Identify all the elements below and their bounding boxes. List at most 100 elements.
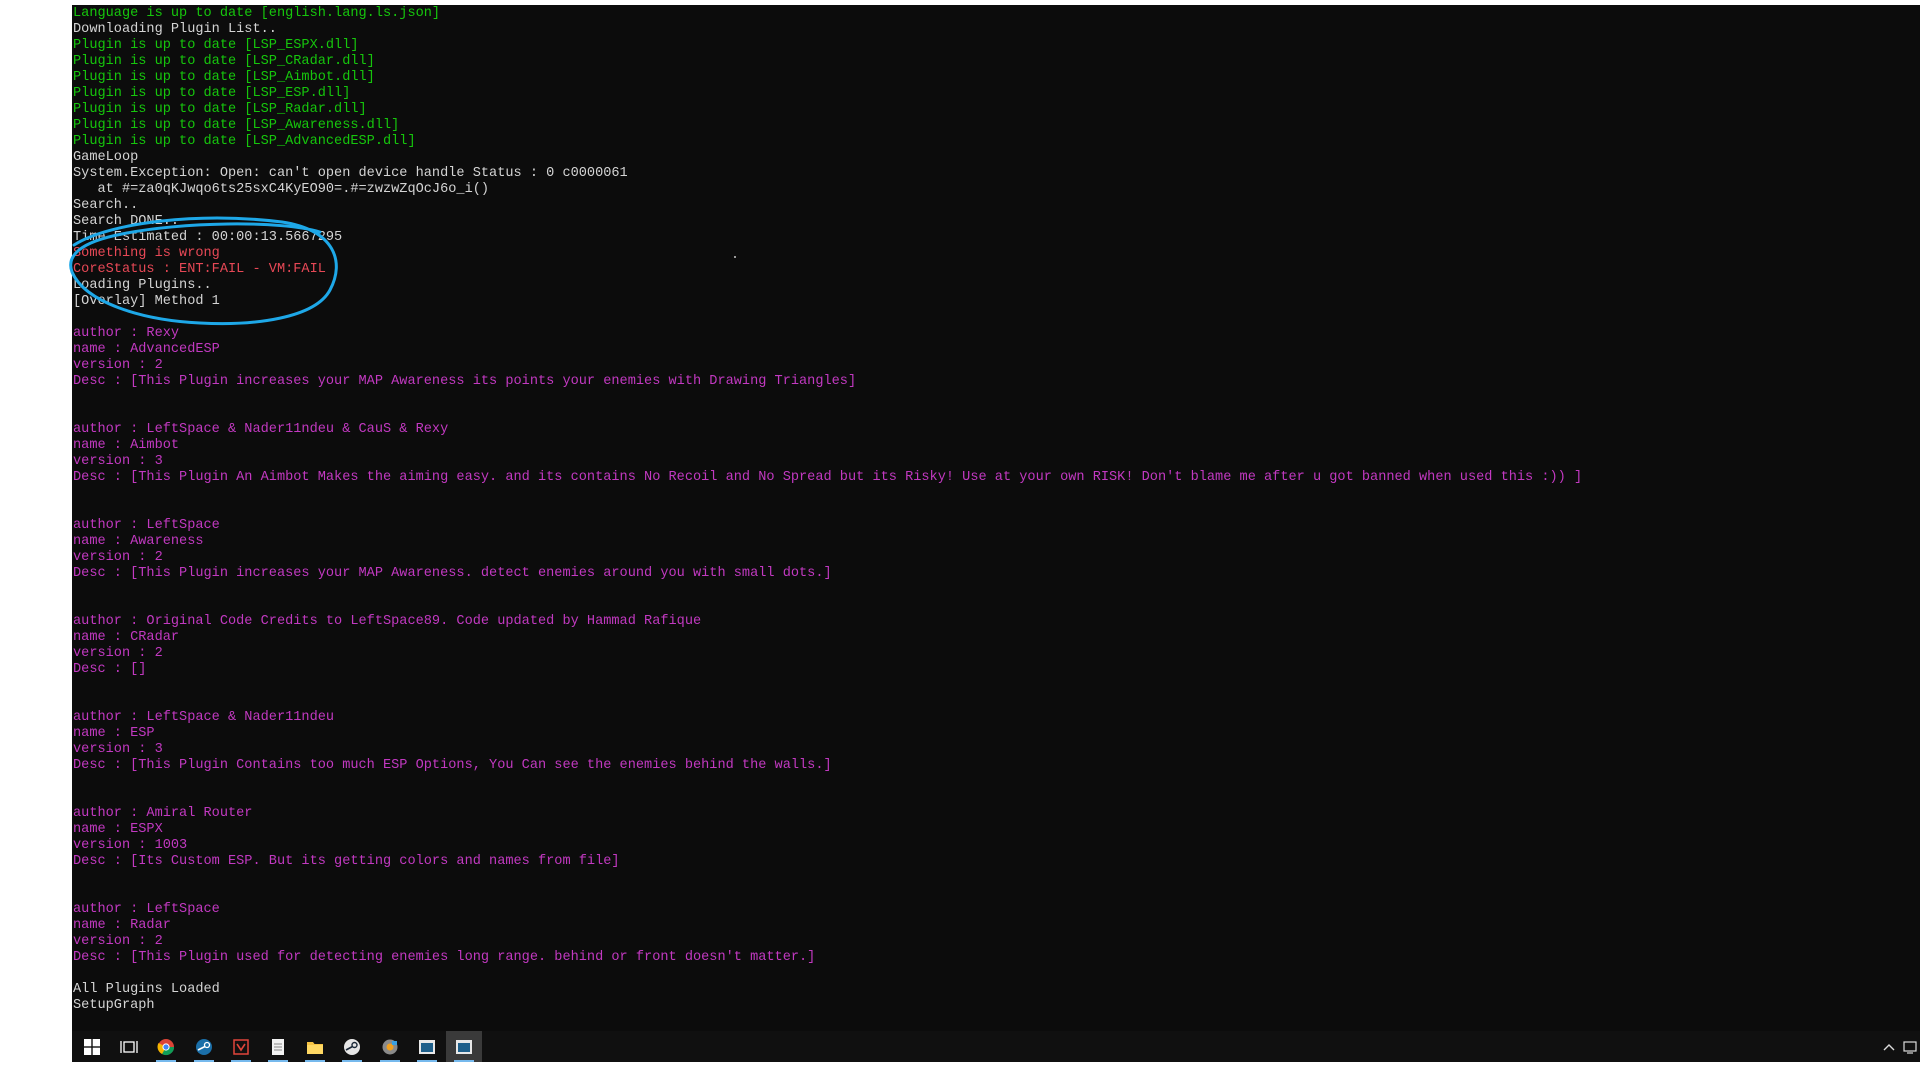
console-line: at #=za0qKJwqo6ts25sxC4KyEO90=.#=zwzwZqO… [73, 182, 490, 197]
running-indicator [268, 1060, 288, 1062]
taskbar-button[interactable] [260, 1031, 296, 1062]
taskbar-button[interactable] [297, 1031, 333, 1062]
console-window-active-icon [455, 1039, 473, 1055]
notepad-icon [270, 1038, 286, 1056]
windows-start-icon [84, 1038, 100, 1055]
console-line: Desc : [This Plugin increases your MAP A… [73, 374, 857, 389]
task-view-icon [120, 1039, 138, 1055]
console-window-icon [418, 1039, 436, 1055]
taskbar [72, 1031, 1920, 1062]
stray-dot [734, 256, 736, 258]
console-output: Language is up to date [english.lang.ls.… [73, 6, 1920, 1014]
console-line: author : Original Code Credits to LeftSp… [73, 614, 702, 629]
console-line: Plugin is up to date [LSP_Radar.dll] [73, 102, 367, 117]
console-line: Search.. [73, 198, 139, 213]
console-window[interactable]: Language is up to date [english.lang.ls.… [72, 5, 1920, 1031]
chevron-up-icon[interactable] [1878, 1043, 1900, 1051]
console-line: author : LeftSpace & Nader11ndeu & CauS … [73, 422, 449, 437]
running-indicator [454, 1060, 474, 1062]
console-line: Plugin is up to date [LSP_AdvancedESP.dl… [73, 134, 416, 149]
console-line: Plugin is up to date [LSP_CRadar.dll] [73, 54, 375, 69]
console-line: Desc : [Its Custom ESP. But its getting … [73, 854, 620, 869]
console-line: Desc : [This Plugin Contains too much ES… [73, 758, 832, 773]
console-line: author : Amiral Router [73, 806, 253, 821]
console-line: Search DONE.. [73, 214, 180, 229]
console-line: author : LeftSpace & Nader11ndeu [73, 710, 335, 725]
console-line: Plugin is up to date [LSP_Aimbot.dll] [73, 70, 375, 85]
console-line: version : 3 [73, 454, 163, 469]
console-line: name : Aimbot [73, 438, 180, 453]
game-app-icon [381, 1038, 399, 1056]
console-line: name : Awareness [73, 534, 204, 549]
console-line: All Plugins Loaded [73, 982, 220, 997]
network-icon[interactable] [1900, 1040, 1920, 1054]
console-line: author : Rexy [73, 326, 180, 341]
console-line: name : AdvancedESP [73, 342, 220, 357]
taskbar-button[interactable] [409, 1031, 445, 1062]
console-line: author : LeftSpace [73, 518, 220, 533]
console-line: Plugin is up to date [LSP_ESP.dll] [73, 86, 351, 101]
console-line: name : ESPX [73, 822, 163, 837]
console-line: Desc : [This Plugin An Aimbot Makes the … [73, 470, 1583, 485]
console-line: Time Estimated : 00:00:13.5667295 [73, 230, 343, 245]
console-line: name : ESP [73, 726, 155, 741]
taskbar-button[interactable] [223, 1031, 259, 1062]
console-line: SetupGraph [73, 998, 155, 1013]
running-indicator [416, 1060, 437, 1062]
console-line: Something is wrong [73, 246, 220, 261]
console-line: CoreStatus : ENT:FAIL - VM:FAIL [73, 262, 326, 277]
running-indicator [379, 1060, 400, 1062]
console-line: version : 1003 [73, 838, 188, 853]
console-line: Desc : [This Plugin increases your MAP A… [73, 566, 832, 581]
console-line: version : 2 [73, 934, 163, 949]
console-line: Loading Plugins.. [73, 278, 212, 293]
console-line: name : CRadar [73, 630, 180, 645]
file-explorer-icon [306, 1039, 324, 1055]
console-line: version : 2 [73, 646, 163, 661]
console-line: version : 2 [73, 550, 163, 565]
console-line: System.Exception: Open: can't open devic… [73, 166, 628, 181]
console-line: version : 2 [73, 358, 163, 373]
chrome-icon [157, 1038, 175, 1056]
console-line: name : Radar [73, 918, 171, 933]
console-line: Desc : [This Plugin used for detecting e… [73, 950, 816, 965]
taskbar-button[interactable] [111, 1031, 147, 1062]
running-indicator [342, 1060, 363, 1062]
running-indicator [156, 1060, 177, 1062]
console-line: [Overlay] Method 1 [73, 294, 220, 309]
console-line: Language is up to date [english.lang.ls.… [73, 6, 441, 21]
console-line: GameLoop [73, 150, 139, 165]
console-line: Plugin is up to date [LSP_Awareness.dll] [73, 118, 400, 133]
console-line: Downloading Plugin List.. [73, 22, 277, 37]
taskbar-button[interactable] [446, 1031, 482, 1062]
tray [1878, 1031, 1920, 1062]
red-app-icon [232, 1038, 250, 1056]
taskbar-button[interactable] [148, 1031, 184, 1062]
console-line: Desc : [] [73, 662, 147, 677]
console-line: Plugin is up to date [LSP_ESPX.dll] [73, 38, 359, 53]
steam-circle-icon [343, 1038, 361, 1056]
taskbar-button[interactable] [186, 1031, 222, 1062]
taskbar-button[interactable] [334, 1031, 370, 1062]
running-indicator [305, 1060, 326, 1062]
taskbar-button[interactable] [372, 1031, 408, 1062]
taskbar-button[interactable] [74, 1031, 110, 1062]
console-line: version : 3 [73, 742, 163, 757]
running-indicator [193, 1060, 214, 1062]
console-line: author : LeftSpace [73, 902, 220, 917]
running-indicator [230, 1060, 251, 1062]
